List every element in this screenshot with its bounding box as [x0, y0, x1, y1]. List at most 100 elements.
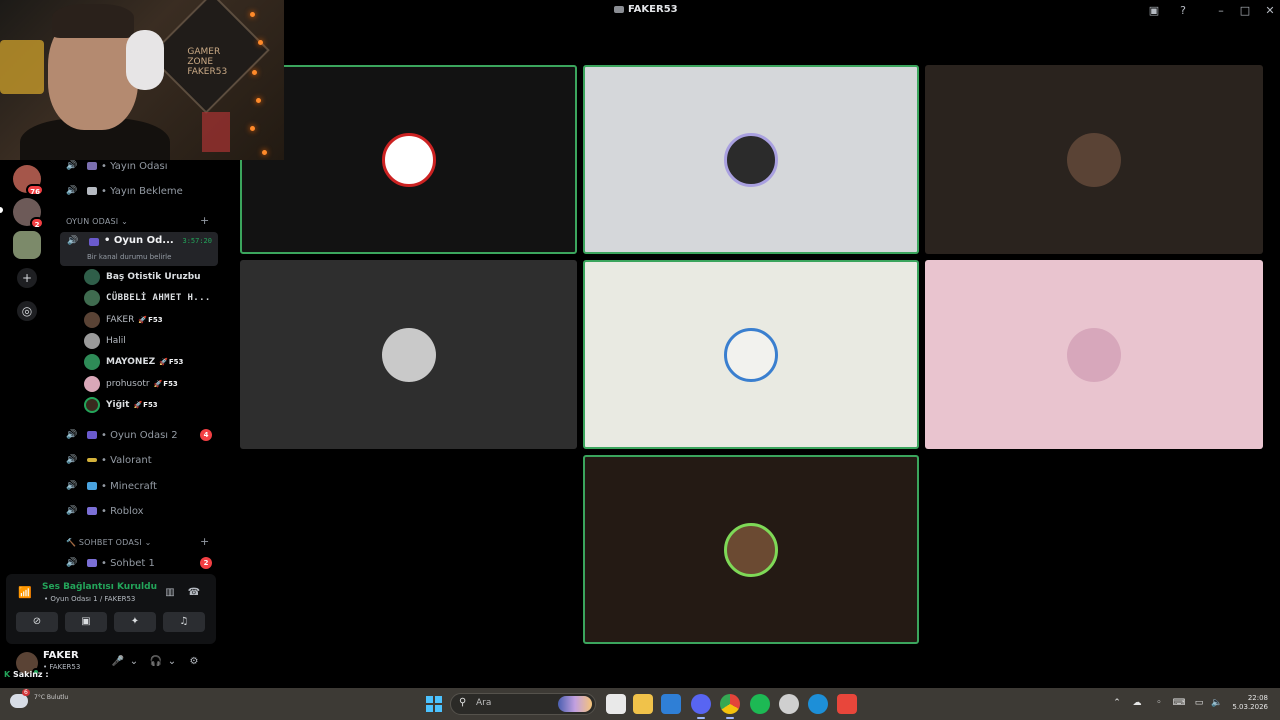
system-clock[interactable]: 22:08 5.03.2026 — [1228, 694, 1268, 712]
discover-icon[interactable]: ◎ — [17, 301, 37, 321]
avatar — [724, 327, 778, 382]
voice-member[interactable]: Baş Otistik Uruzbu — [84, 267, 201, 287]
video-tile-6[interactable] — [925, 260, 1263, 449]
server-icon-3[interactable] — [13, 231, 41, 259]
member-name: MAYONEZ — [106, 357, 156, 367]
member-tag: F53 — [133, 401, 158, 409]
category-label: SOHBET ODASI — [78, 538, 142, 547]
channel-oyun-odasi-2[interactable]: 🔊 • Oyun Odası 2 4 — [60, 424, 218, 446]
member-name: Yiğit — [106, 400, 130, 410]
onedrive-icon[interactable]: ☁ — [1130, 697, 1144, 709]
chrome-icon[interactable] — [720, 694, 740, 719]
video-tile-7[interactable] — [583, 455, 919, 644]
gear-icon[interactable]: ⚙ — [186, 654, 202, 670]
voice-member[interactable]: FAKER F53 — [84, 310, 163, 330]
store-icon[interactable] — [661, 694, 681, 714]
streamer-hair — [52, 4, 134, 38]
add-server-icon[interactable]: + — [17, 268, 37, 288]
discord-icon[interactable] — [691, 694, 711, 719]
voice-connected-subtitle[interactable]: • Oyun Odası 1 / FAKER53 — [44, 595, 135, 603]
noise-suppression-icon[interactable]: ▥ — [162, 585, 178, 601]
display-icon[interactable]: ▭ — [1192, 697, 1206, 709]
voice-member[interactable]: Yiğit F53 — [84, 395, 158, 415]
minimize-icon[interactable]: – — [1213, 3, 1229, 19]
search-placeholder: Ara — [476, 698, 492, 708]
server-3-image — [13, 231, 41, 259]
voice-member[interactable]: MAYONEZ F53 — [84, 352, 183, 372]
video-tile-5[interactable] — [583, 260, 919, 449]
help-icon[interactable]: ? — [1175, 3, 1191, 19]
status-text: Sakinz : — [13, 670, 49, 679]
signal-icon[interactable]: 📶 — [16, 584, 34, 602]
add-channel-icon[interactable]: + — [200, 535, 209, 548]
search-box[interactable]: ⚲ Ara — [450, 693, 596, 715]
avatar — [84, 354, 100, 370]
category-oyun-odasi[interactable]: OYUN ODASI ⌄ — [66, 217, 128, 226]
server-2-badge: 2 — [30, 217, 44, 229]
file-explorer-icon[interactable] — [606, 694, 626, 714]
maximize-icon[interactable]: □ — [1237, 3, 1253, 19]
headset-icon — [126, 30, 164, 90]
voice-member[interactable]: prohusotr F53 — [84, 374, 178, 394]
member-name: FAKER — [106, 315, 135, 325]
speaker-icon: 🔊 — [66, 558, 78, 568]
active-voice-channel[interactable]: 🔊 • Oyun Od... 3:57:20 Bir kanal durumu … — [60, 232, 218, 266]
channel-roblox[interactable]: 🔊 • Roblox — [60, 500, 218, 522]
chevron-down-icon[interactable]: ⌄ — [164, 654, 180, 670]
user-count-badge: 2 — [200, 557, 212, 569]
user-name[interactable]: FAKER — [43, 650, 79, 661]
weather-icon[interactable]: 6 — [10, 689, 30, 708]
spotify-icon[interactable] — [750, 694, 770, 714]
keyboard-icon[interactable]: ⌨ — [1172, 697, 1186, 709]
voice-connection-panel: 📶 Ses Bağlantısı Kuruldu • Oyun Odası 1 … — [6, 574, 216, 644]
speaker-icon: 🔊 — [66, 161, 78, 171]
channel-sohbet-1[interactable]: 🔊 • Sohbet 1 2 — [60, 552, 218, 574]
voice-connected-title[interactable]: Ses Bağlantısı Kuruldu — [42, 582, 157, 592]
video-tile-1[interactable] — [240, 65, 577, 254]
weather-text[interactable]: 7°C Bulutlu — [34, 694, 68, 702]
server-icon-2[interactable]: 2 — [13, 198, 44, 229]
chevron-down-icon[interactable]: ⌄ — [126, 654, 142, 670]
category-label: OYUN ODASI — [66, 217, 119, 226]
screen-share-button[interactable]: ▣ — [65, 612, 107, 632]
channel-minecraft[interactable]: 🔊 • Minecraft — [60, 475, 218, 497]
member-name: prohusotr — [106, 379, 150, 389]
volume-icon[interactable]: 🔈 — [1210, 697, 1224, 709]
voice-member[interactable]: CÜBBELİ AHMET H... — [84, 288, 211, 308]
speaker-icon: 🔊 — [66, 455, 78, 465]
channel-valorant[interactable]: 🔊 • Valorant — [60, 449, 218, 471]
member-tag: F53 — [159, 358, 184, 366]
video-tile-3[interactable] — [925, 65, 1263, 254]
tray-app-icon[interactable]: ◦ — [1152, 697, 1166, 709]
adobe-icon[interactable] — [837, 694, 857, 714]
status-overlay: K Sakinz : — [4, 670, 49, 679]
category-sohbet-odasi[interactable]: 🔨 SOHBET ODASI ⌄ — [66, 538, 152, 547]
channel-icon — [87, 162, 97, 170]
channel-status[interactable]: Bir kanal durumu belirle — [87, 253, 171, 261]
channel-yayin-bekleme[interactable]: 🔊 • Yayın Bekleme — [60, 180, 218, 202]
headphones-icon[interactable]: 🎧 — [148, 654, 164, 670]
activities-button[interactable]: ✦ — [114, 612, 156, 632]
voice-member[interactable]: Halil — [84, 331, 126, 351]
channel-icon — [87, 458, 97, 462]
inbox-icon[interactable]: ▣ — [1146, 3, 1162, 19]
video-tile-4[interactable] — [240, 260, 577, 449]
member-name: Baş Otistik Uruzbu — [106, 272, 201, 282]
channel-icon — [87, 482, 97, 490]
add-channel-icon[interactable]: + — [200, 214, 209, 227]
close-icon[interactable]: ✕ — [1262, 3, 1278, 19]
server-icon-1[interactable]: 76 — [13, 165, 44, 196]
steam-icon[interactable] — [779, 694, 799, 714]
speaker-icon: 🔊 — [66, 186, 78, 196]
disconnect-icon[interactable]: ☎ — [186, 585, 202, 601]
soundboard-button[interactable]: ♫ — [163, 612, 205, 632]
video-tile-2[interactable] — [583, 65, 919, 254]
speaker-icon: 🔊 — [66, 481, 78, 491]
microphone-icon[interactable]: 🎤 — [110, 654, 126, 670]
chevron-up-icon[interactable]: ⌃ — [1110, 697, 1124, 709]
start-button[interactable] — [426, 696, 442, 712]
camera-off-button[interactable]: ⊘ — [16, 612, 58, 632]
folder-icon[interactable] — [633, 694, 653, 714]
status-icon: K — [4, 670, 11, 679]
edge-icon[interactable] — [808, 694, 828, 714]
